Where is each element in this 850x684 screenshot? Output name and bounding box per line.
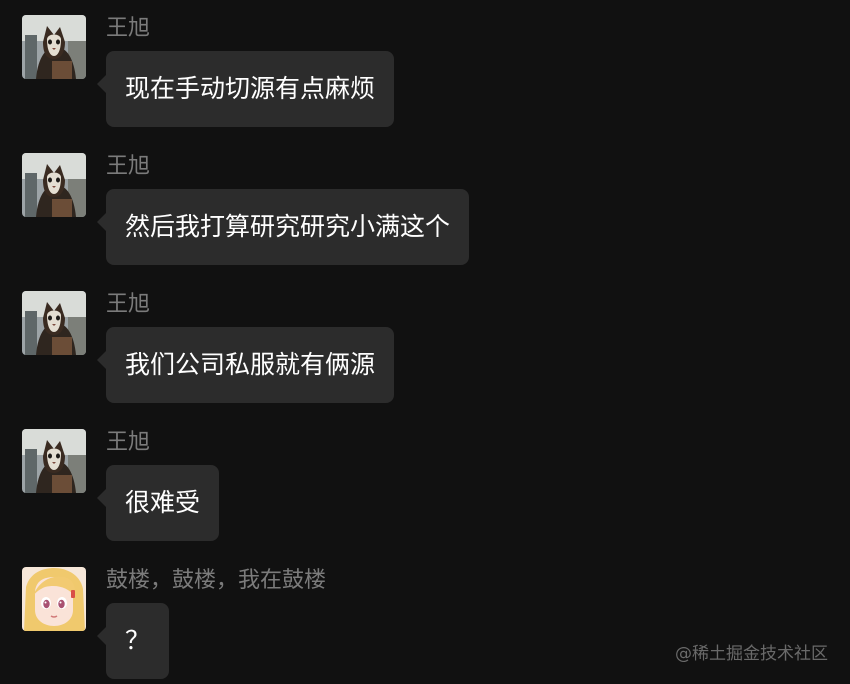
sender-name: 王旭	[106, 292, 151, 317]
chat-thread: 王旭 现在手动切源有点麻烦 王旭 然后我打算研究研究小满这个 王旭 我们公司私服…	[0, 0, 850, 684]
sender-name: 鼓楼，鼓楼，我在鼓楼	[106, 568, 327, 593]
sender-avatar[interactable]	[22, 15, 86, 79]
sender-avatar[interactable]	[22, 429, 86, 493]
message-bubble[interactable]: 我们公司私服就有俩源	[96, 327, 395, 403]
sender-name: 王旭	[106, 154, 151, 179]
cat-avatar-icon	[22, 429, 86, 493]
sender-avatar[interactable]	[22, 153, 86, 217]
cat-avatar-icon	[22, 15, 86, 79]
message-bubble[interactable]: ？	[96, 603, 170, 679]
sender-name: 王旭	[106, 430, 151, 455]
cat-avatar-icon	[22, 153, 86, 217]
anime-girl-avatar-icon	[22, 567, 86, 631]
message-bubble[interactable]: 然后我打算研究研究小满这个	[96, 189, 470, 265]
watermark: @稀土掘金技术社区	[675, 644, 828, 664]
sender-name: 王旭	[106, 16, 151, 41]
message-bubble[interactable]: 现在手动切源有点麻烦	[96, 51, 395, 127]
cat-avatar-icon	[22, 291, 86, 355]
sender-avatar[interactable]	[22, 291, 86, 355]
message-bubble[interactable]: 很难受	[96, 465, 220, 541]
sender-avatar[interactable]	[22, 567, 86, 631]
